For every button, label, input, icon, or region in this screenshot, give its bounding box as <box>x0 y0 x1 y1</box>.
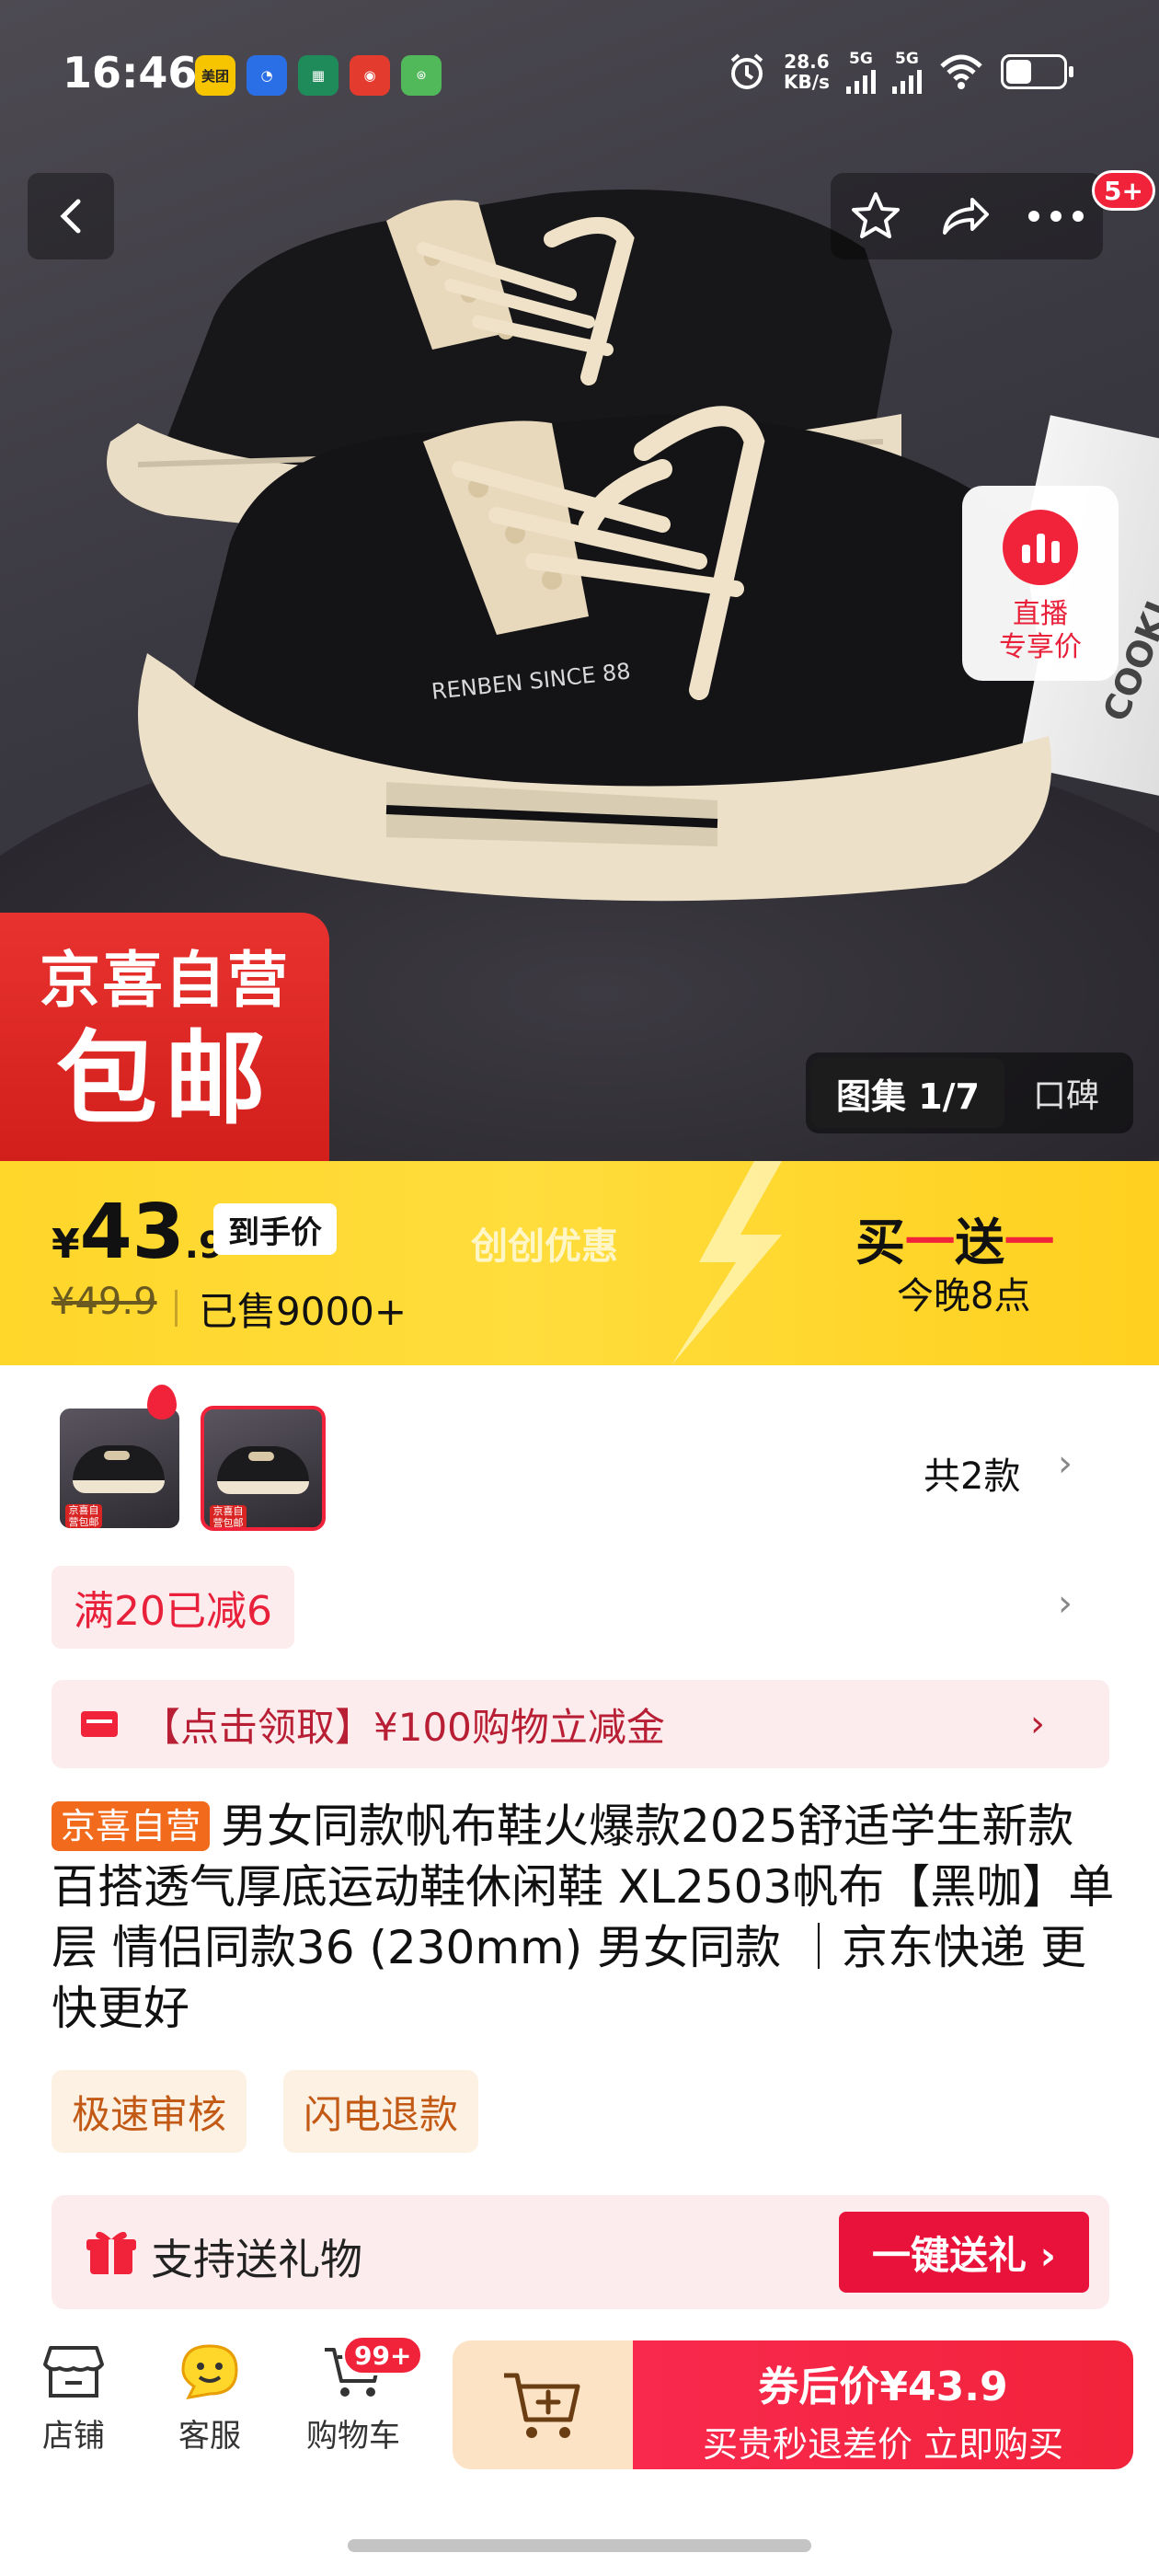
gallery-switch: 图集 1/7 口碑 <box>806 1052 1133 1133</box>
sku-count[interactable]: 共2款 <box>924 1446 1020 1500</box>
card-icon <box>81 1711 118 1737</box>
chevron-right-icon: › <box>1030 1703 1045 1745</box>
live-price-label: 专享价 <box>999 631 1082 663</box>
discount-tag[interactable]: 满20已减6 <box>52 1566 294 1649</box>
top-actions <box>831 173 1103 259</box>
shop-button[interactable]: 店铺 <box>18 2342 129 2455</box>
coupon-text: 【点击领取】¥100购物立减金 <box>142 1704 665 1750</box>
service-tag-fast-review[interactable]: 极速审核 <box>52 2070 247 2153</box>
add-to-cart-button[interactable] <box>453 2340 633 2469</box>
battery-icon <box>1000 54 1073 89</box>
status-time: 16:46 <box>63 48 198 98</box>
tab-gallery[interactable]: 图集 1/7 <box>811 1058 1004 1128</box>
cart-count-badge: 99+ <box>342 2335 424 2375</box>
app-green-icon: ▦ <box>298 55 339 96</box>
current-price: ¥43.9 <box>52 1189 224 1276</box>
add-cart-icon <box>504 2373 580 2438</box>
signal-2-icon: 5G <box>891 50 922 94</box>
status-app-icons: 美团 ◔ ▦ ◉ ⌾ <box>195 55 442 96</box>
hot-flame-icon <box>147 1385 177 1420</box>
customer-service-button[interactable]: 客服 <box>155 2342 265 2455</box>
promo-time: 今晚8点 <box>897 1275 1031 1317</box>
original-price: ¥49.9 <box>52 1281 157 1323</box>
lightning-icon <box>671 1161 782 1365</box>
message-count-badge: 5+ <box>1092 170 1155 211</box>
alarm-icon <box>730 53 763 89</box>
shop-icon <box>43 2346 104 2398</box>
product-detail-page: COOKI RENBEN SINCE 88 16:46 美团 ◔ ▦ ◉ ⌾ 2… <box>0 0 1159 2576</box>
product-image-carousel[interactable]: COOKI RENBEN SINCE 88 16:46 美团 ◔ ▦ ◉ ⌾ 2… <box>0 0 1159 1161</box>
tab-reviews[interactable]: 口碑 <box>1004 1069 1128 1117</box>
buy-one-get-one: 买一送一 <box>855 1213 1054 1271</box>
service-tag-fast-refund[interactable]: 闪电退款 <box>283 2070 479 2153</box>
sold-count: 已售9000+ <box>199 1289 407 1334</box>
status-bar: 16:46 美团 ◔ ▦ ◉ ⌾ 28.6 KB/s 5G 5G <box>0 0 1159 156</box>
price-banner: ¥43.9 到手价 ¥49.9 已售9000+ 创创优惠 买一送一 今晚8点 <box>0 1161 1159 1365</box>
live-label: 直播 <box>1013 598 1068 630</box>
signal-1-icon: 5G <box>845 50 876 94</box>
divider <box>175 1290 178 1327</box>
chevron-left-icon <box>60 199 81 234</box>
system-icons: 28.6 KB/s 5G 5G <box>727 50 1073 94</box>
jingxi-self-tag: 京喜自营 <box>52 1801 211 1851</box>
promo-name: 创创优惠 <box>471 1225 618 1268</box>
gift-icon <box>86 2231 136 2274</box>
product-title-text: 男女同款帆布鞋火爆款2025舒适学生新款百搭透气厚底运动鞋休闲鞋 XL2503帆… <box>52 1800 1115 2035</box>
live-price-card[interactable]: 直播 专享价 <box>962 486 1119 681</box>
coupon-banner[interactable]: 【点击领取】¥100购物立减金 › <box>52 1680 1109 1768</box>
gift-row: 支持送礼物 一键送礼 › <box>52 2195 1109 2309</box>
wifi-icon <box>940 54 982 89</box>
chevron-right-icon[interactable]: › <box>1058 1582 1073 1625</box>
buy-now-button[interactable]: 券后价¥43.9 买贵秒退差价 立即购买 <box>633 2340 1133 2469</box>
live-icon <box>1003 510 1078 585</box>
product-title: 京喜自营 男女同款帆布鞋火爆款2025舒适学生新款百搭透气厚底运动鞋休闲鞋 XL2… <box>52 1796 1119 2039</box>
app-red-icon: ◉ <box>350 55 390 96</box>
more-icon[interactable] <box>1027 207 1085 225</box>
share-icon[interactable] <box>937 189 993 244</box>
network-speed: 28.6 KB/s <box>784 51 830 93</box>
final-price-tag: 到手价 <box>213 1203 337 1255</box>
app-blue-icon: ◔ <box>247 55 287 96</box>
chevron-right-icon[interactable]: › <box>1058 1443 1073 1485</box>
jingxi-free-shipping-badge: 京喜自营 包邮 <box>0 913 329 1161</box>
sku-thumb-2[interactable]: 京喜自营包邮 <box>201 1406 326 1531</box>
customer-service-icon <box>181 2344 238 2399</box>
send-gift-button[interactable]: 一键送礼 › <box>839 2212 1089 2293</box>
star-icon[interactable] <box>848 189 903 244</box>
gift-text: 支持送礼物 <box>151 2235 362 2284</box>
home-indicator[interactable] <box>348 2539 811 2552</box>
back-button[interactable] <box>28 173 114 259</box>
app-lightgreen-icon: ⌾ <box>401 55 442 96</box>
meituan-icon: 美团 <box>195 55 235 96</box>
bottom-action-bar: 店铺 客服 购物车 99+ 券后价¥43.9 买贵秒退差价 立即购买 <box>0 2315 1159 2576</box>
sku-thumb-1[interactable]: 京喜自营包邮 <box>57 1406 182 1531</box>
